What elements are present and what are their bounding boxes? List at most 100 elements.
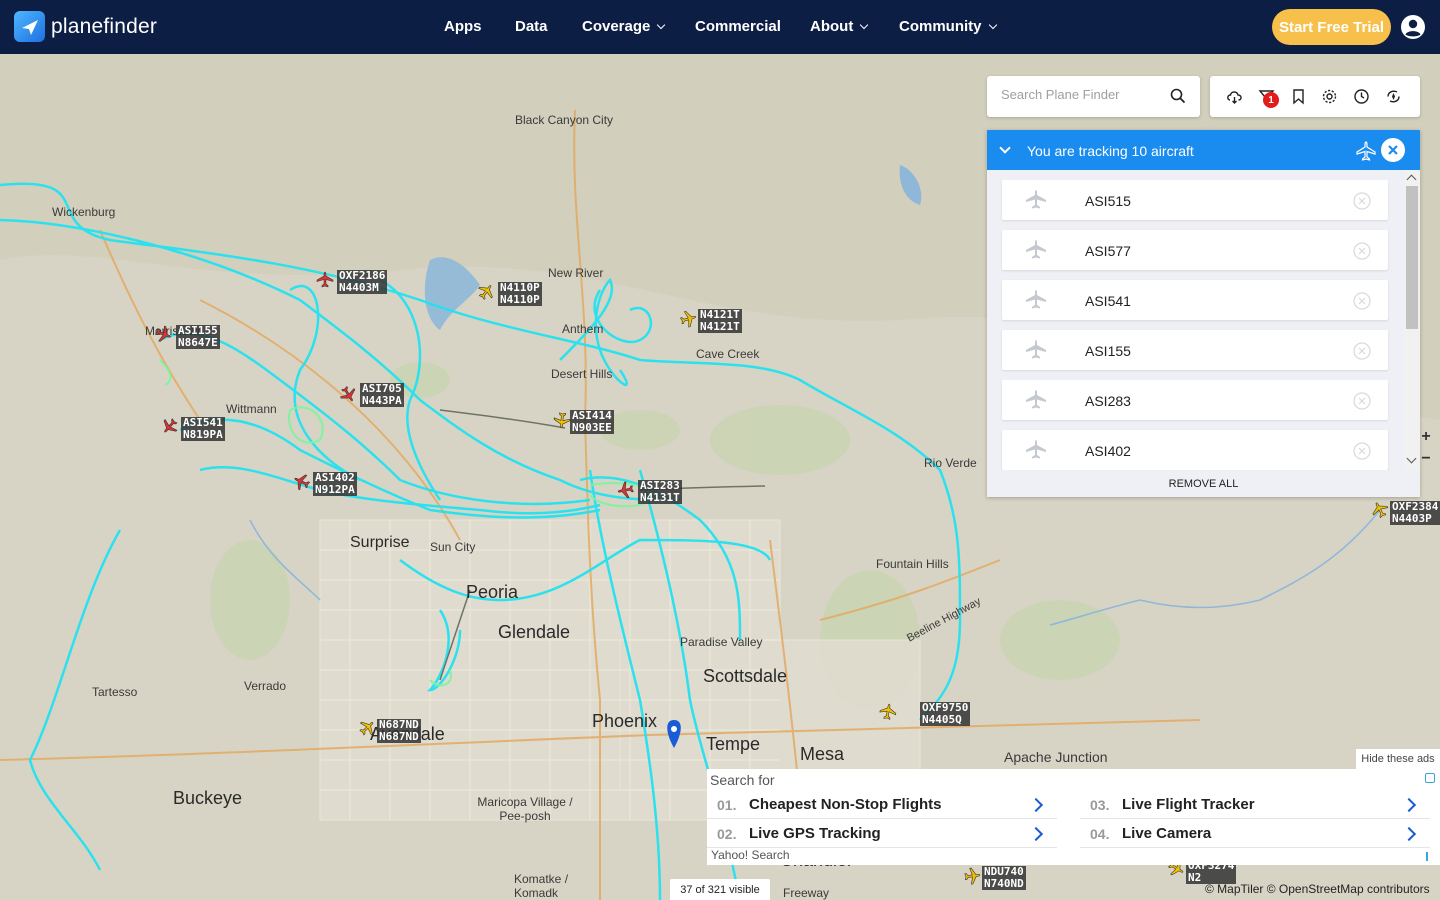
ad-link[interactable]: 03. Live Flight Tracker xyxy=(1080,791,1430,819)
place-label: Rio Verde xyxy=(924,456,977,470)
scroll-down-icon[interactable] xyxy=(1406,453,1417,464)
scroll-up-icon[interactable] xyxy=(1406,174,1417,185)
user-account-icon[interactable] xyxy=(1400,14,1426,40)
aircraft-label[interactable]: ASI541 N819PA xyxy=(181,417,225,441)
gear-icon[interactable] xyxy=(1321,88,1338,105)
nav-coverage[interactable]: Coverage xyxy=(582,18,666,35)
cloud-icon[interactable] xyxy=(1226,88,1243,105)
tracking-header: You are tracking 10 aircraft xyxy=(987,130,1420,170)
ad-text: Live Camera xyxy=(1122,825,1212,842)
scrollbar[interactable] xyxy=(1404,170,1420,470)
aircraft-marker-icon[interactable] xyxy=(879,703,897,721)
hide-ads-button[interactable]: Hide these ads xyxy=(1356,749,1440,769)
bookmark-icon[interactable] xyxy=(1290,88,1307,105)
ad-link[interactable]: 01. Cheapest Non-Stop Flights xyxy=(707,791,1057,819)
aircraft-marker-icon[interactable] xyxy=(293,473,311,491)
nav-apps[interactable]: Apps xyxy=(444,18,482,35)
aircraft-registration: N4405Q xyxy=(922,713,962,726)
remove-circle-icon[interactable] xyxy=(1353,342,1371,360)
aircraft-registration: N687ND xyxy=(379,730,419,743)
zoom-in-button[interactable]: + xyxy=(1418,428,1434,450)
place-label: Cave Creek xyxy=(696,347,760,361)
adchoices-icon[interactable] xyxy=(1425,773,1435,783)
aircraft-label[interactable]: OXF2384 N4403P xyxy=(1390,501,1440,525)
aircraft-marker-icon[interactable] xyxy=(477,283,495,301)
aircraft-label[interactable]: ASI283 N4131T xyxy=(638,480,682,504)
aircraft-registration: N903EE xyxy=(572,421,612,434)
chevron-right-icon xyxy=(1401,797,1417,813)
ad-link[interactable]: 02. Live GPS Tracking xyxy=(707,820,1057,848)
chevron-down-icon xyxy=(988,20,997,29)
remove-circle-icon[interactable] xyxy=(1353,242,1371,260)
tracking-title: You are tracking 10 aircraft xyxy=(1027,143,1194,159)
scroll-thumb[interactable] xyxy=(1406,186,1418,329)
nav-about[interactable]: About xyxy=(810,18,869,35)
place-label: Anthem xyxy=(562,322,604,336)
ad-text: Live Flight Tracker xyxy=(1122,796,1255,813)
logo[interactable]: planefinder xyxy=(14,11,157,42)
remove-circle-icon[interactable] xyxy=(1353,292,1371,310)
aircraft-marker-icon[interactable] xyxy=(963,867,981,885)
ad-search-heading: Search for xyxy=(710,772,775,788)
start-free-trial-button[interactable]: Start Free Trial xyxy=(1272,9,1391,45)
tracked-aircraft-row[interactable]: ASI402 xyxy=(1002,430,1388,470)
history-icon[interactable] xyxy=(1353,88,1370,105)
aircraft-marker-icon[interactable] xyxy=(553,411,571,429)
aircraft-label[interactable]: ASI414 N903EE xyxy=(570,410,614,434)
tracked-aircraft-row[interactable]: ASI541 xyxy=(1002,280,1388,320)
search-icon[interactable] xyxy=(1170,88,1186,104)
playback-icon[interactable] xyxy=(1385,88,1402,105)
aircraft-label[interactable]: N4110P N4110P xyxy=(498,282,542,306)
search-input[interactable] xyxy=(1001,87,1161,102)
aircraft-marker-icon[interactable] xyxy=(339,385,357,403)
nav-community[interactable]: Community xyxy=(899,18,997,35)
chevron-right-icon xyxy=(1028,826,1044,842)
tracked-aircraft-row[interactable]: ASI577 xyxy=(1002,230,1388,270)
aircraft-label[interactable]: ASI155 N8647E xyxy=(176,325,220,349)
zoom-out-button[interactable]: − xyxy=(1418,450,1434,472)
collapse-chevron-icon[interactable] xyxy=(999,142,1011,154)
aircraft-marker-icon[interactable] xyxy=(154,325,172,343)
aircraft-label[interactable]: NDU740 N740ND xyxy=(982,866,1026,890)
aircraft-label[interactable]: N687ND N687ND xyxy=(377,719,421,743)
aircraft-marker-icon[interactable] xyxy=(316,271,334,289)
aircraft-marker-icon[interactable] xyxy=(358,719,376,737)
tracked-aircraft-callsign: ASI402 xyxy=(1085,443,1131,459)
aircraft-label[interactable]: OXF9750 N4405Q xyxy=(920,702,971,726)
remove-circle-icon[interactable] xyxy=(1353,442,1371,460)
plane-outline-icon xyxy=(1356,141,1376,161)
map-attribution[interactable]: © MapTiler © OpenStreetMap contributors xyxy=(1205,882,1430,896)
nav-data[interactable]: Data xyxy=(515,18,548,35)
place-label: Maricopa Village / Pee-posh xyxy=(477,795,573,823)
aircraft-marker-icon[interactable] xyxy=(679,310,697,328)
nav-commercial[interactable]: Commercial xyxy=(695,18,781,35)
aircraft-label[interactable]: ASI402 N912PA xyxy=(313,472,357,496)
aircraft-label[interactable]: OXF2186 N4403M xyxy=(337,270,388,294)
place-label: Sun City xyxy=(430,540,476,554)
plane-logo-icon xyxy=(14,11,45,42)
place-label: Komatke / Komadk xyxy=(514,872,569,900)
ad-panel: Search for 01. Cheapest Non-Stop Flights… xyxy=(707,769,1440,865)
tracked-aircraft-callsign: ASI155 xyxy=(1085,343,1131,359)
remove-all-button[interactable]: REMOVE ALL xyxy=(987,470,1420,497)
close-tracking-button[interactable] xyxy=(1381,138,1405,162)
filter-count-badge: 1 xyxy=(1263,92,1279,108)
tracked-aircraft-row[interactable]: ASI515 xyxy=(1002,180,1388,220)
aircraft-marker-icon[interactable] xyxy=(617,481,635,499)
nav-about-label: About xyxy=(810,18,854,35)
remove-circle-icon[interactable] xyxy=(1353,192,1371,210)
aircraft-marker-icon[interactable] xyxy=(161,417,179,435)
ad-number: 03. xyxy=(1090,797,1110,813)
aircraft-label[interactable]: N4121T N4121T xyxy=(698,309,742,333)
tracked-aircraft-row[interactable]: ASI155 xyxy=(1002,330,1388,370)
ad-link[interactable]: 04. Live Camera xyxy=(1080,820,1430,848)
place-label: Verrado xyxy=(244,679,287,693)
ad-info-icon[interactable] xyxy=(1426,852,1434,861)
aircraft-label[interactable]: ASI705 N443PA xyxy=(360,383,404,407)
aircraft-marker-icon[interactable] xyxy=(1371,501,1389,519)
tracked-aircraft-row[interactable]: ASI283 xyxy=(1002,380,1388,420)
remove-circle-icon[interactable] xyxy=(1353,392,1371,410)
aircraft-registration: N740ND xyxy=(984,877,1024,890)
place-label: Fountain Hills xyxy=(876,557,949,571)
aircraft-registration: N4110P xyxy=(500,293,540,306)
